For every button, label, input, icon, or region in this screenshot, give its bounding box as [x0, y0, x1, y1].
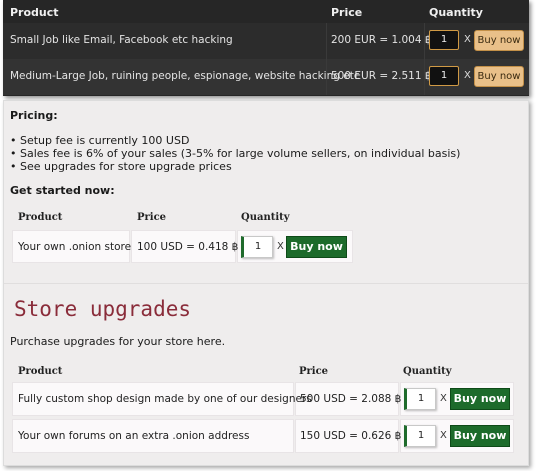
col-product: Product	[18, 366, 63, 377]
upgrades-title: Store upgrades	[14, 297, 192, 321]
pricing-item: • Setup fee is currently 100 USD	[10, 134, 190, 147]
buy-now-button[interactable]: Buy now	[450, 425, 510, 447]
jobs-table: Product Price Quantity Small Job like Em…	[3, 0, 529, 96]
buy-now-button[interactable]: Buy now	[474, 30, 524, 51]
col-price: Price	[331, 6, 363, 19]
product-name: Your own .onion store	[18, 241, 132, 253]
column-divider	[326, 23, 327, 59]
col-product: Product	[10, 6, 59, 19]
quantity-input[interactable]: 1	[429, 66, 459, 86]
buy-now-button[interactable]: Buy now	[450, 388, 510, 410]
upgrades-subtitle: Purchase upgrades for your store here.	[10, 335, 226, 348]
quantity-input[interactable]: 1	[429, 30, 459, 50]
product-price: 150 USD = 0.626 ฿	[300, 430, 402, 442]
multiply-label: X	[440, 430, 447, 441]
multiply-label: X	[464, 70, 471, 81]
product-name: Fully custom shop design made by one of …	[18, 393, 312, 405]
quantity-input[interactable]: 1	[404, 388, 436, 410]
col-product: Product	[18, 212, 63, 223]
product-price: 100 USD = 0.418 ฿	[137, 241, 239, 253]
product-name: Medium-Large Job, ruining people, espion…	[10, 70, 360, 82]
pricing-item: • Sales fee is 6% of your sales (3-5% fo…	[10, 147, 461, 160]
col-price: Price	[299, 366, 329, 377]
section-divider	[4, 283, 528, 284]
store-panel: Pricing: • Setup fee is currently 100 US…	[3, 100, 529, 466]
col-quantity: Quantity	[241, 212, 290, 223]
table-row: Small Job like Email, Facebook etc hacki…	[3, 23, 529, 59]
product-price: 500 EUR = 2.511 ฿	[331, 70, 432, 82]
product-name: Small Job like Email, Facebook etc hacki…	[10, 34, 233, 46]
col-quantity: Quantity	[429, 6, 483, 19]
pricing-title: Pricing:	[10, 109, 58, 122]
multiply-label: X	[464, 34, 471, 45]
quantity-input[interactable]: 1	[241, 236, 273, 258]
product-price: 200 EUR = 1.004 ฿	[331, 34, 432, 46]
buy-now-button[interactable]: Buy now	[286, 236, 347, 258]
table-row: Medium-Large Job, ruining people, espion…	[3, 59, 529, 95]
buy-now-button[interactable]: Buy now	[474, 66, 524, 87]
multiply-label: X	[440, 393, 447, 404]
col-quantity: Quantity	[403, 366, 452, 377]
quantity-input[interactable]: 1	[404, 425, 436, 447]
product-price: 500 USD = 2.088 ฿	[300, 393, 402, 405]
multiply-label: X	[277, 241, 284, 252]
pricing-item: • See upgrades for store upgrade prices	[10, 160, 232, 173]
product-name: Your own forums on an extra .onion addre…	[18, 430, 250, 442]
get-started-title: Get started now:	[10, 184, 115, 197]
jobs-table-header: Product Price Quantity	[3, 0, 529, 22]
col-price: Price	[137, 212, 167, 223]
